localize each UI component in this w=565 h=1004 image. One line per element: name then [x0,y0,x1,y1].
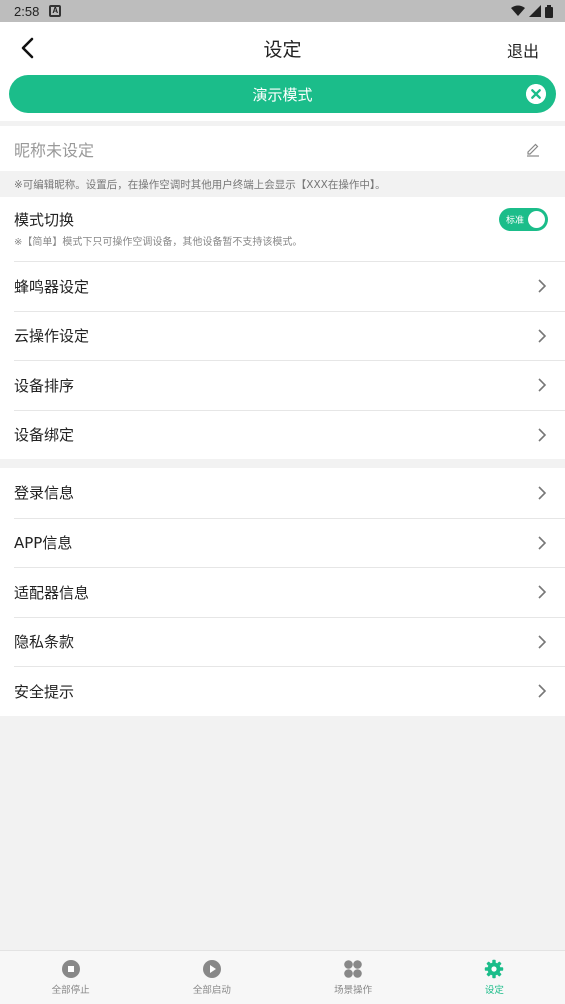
chevron-right-icon [538,329,547,343]
battery-icon [545,4,553,18]
status-time: 2:58 [14,3,40,19]
adapter-info-row[interactable]: 适配器信息 [14,567,565,617]
scene-icon [344,960,362,978]
edit-icon[interactable] [525,141,541,157]
chevron-right-icon [538,585,547,599]
settings-section-2: 登录信息 APP信息 适配器信息 隐私条款 安全提示 [0,468,565,716]
nickname-text: 昵称未设定 [14,140,95,160]
row-label: 适配器信息 [14,583,90,602]
logout-button[interactable]: 退出 [507,38,539,62]
status-bar: 2:58 A [0,0,565,22]
mode-switch-row: 模式切换 ※【简单】模式下只可操作空调设备，其他设备暂不支持该模式。 标准 [0,197,565,261]
chevron-right-icon [538,635,547,649]
app-header: 设定 退出 [0,22,565,74]
row-label: 设备绑定 [14,426,75,445]
cloud-settings-row[interactable]: 云操作设定 [14,310,565,361]
bottom-nav: 全部停止 全部启动 场景操作 设定 [0,950,565,1004]
row-label: 设备排序 [14,376,75,395]
app-info-row[interactable]: APP信息 [14,517,565,568]
nav-stop-all[interactable]: 全部停止 [0,951,141,1004]
gear-icon [485,959,504,979]
mode-toggle-label: 标准 [506,216,525,226]
safety-tips-row[interactable]: 安全提示 [14,666,565,716]
chevron-right-icon [538,486,547,500]
notification-icon: A [49,5,62,17]
chevron-right-icon [538,536,547,550]
chevron-right-icon [538,428,547,442]
row-label: APP信息 [14,534,73,553]
nickname-hint: ※可编辑昵称。设置后，在操作空调时其他用户终端上会显示【XXX在操作中】。 [14,178,386,191]
row-label: 登录信息 [14,484,75,503]
back-arrow-icon[interactable] [16,36,40,60]
page-title: 设定 [263,38,302,61]
nav-scene[interactable]: 场景操作 [283,951,424,1004]
row-label: 隐私条款 [14,633,75,652]
mode-switch-title: 模式切换 [14,211,75,229]
row-label: 蜂鸣器设定 [14,277,90,296]
login-info-row[interactable]: 登录信息 [14,468,565,518]
buzzer-settings-row[interactable]: 蜂鸣器设定 [14,261,565,311]
privacy-policy-row[interactable]: 隐私条款 [14,616,565,667]
stop-icon [61,960,80,978]
device-sort-row[interactable]: 设备排序 [14,360,565,410]
nav-label: 场景操作 [334,985,373,996]
row-label: 安全提示 [14,682,75,701]
settings-section-1: 模式切换 ※【简单】模式下只可操作空调设备，其他设备暂不支持该模式。 标准 蜂鸣… [0,197,565,459]
nav-label: 设定 [484,985,504,996]
device-binding-row[interactable]: 设备绑定 [14,409,565,460]
chevron-right-icon [538,684,547,698]
chevron-right-icon [538,279,547,293]
nav-label: 全部启动 [192,985,231,996]
nav-settings[interactable]: 设定 [424,951,565,1004]
nav-start-all[interactable]: 全部启动 [141,951,282,1004]
toggle-knob [528,211,545,228]
nav-label: 全部停止 [51,985,90,996]
chevron-right-icon [538,378,547,392]
row-label: 云操作设定 [14,327,90,346]
wifi-icon [511,5,525,16]
demo-mode-banner: 演示模式 [9,75,556,113]
play-icon [202,960,221,978]
close-icon[interactable] [526,84,546,104]
signal-icon [529,5,541,17]
nickname-row[interactable]: 昵称未设定 [0,126,565,171]
demo-mode-label: 演示模式 [252,85,313,104]
mode-toggle[interactable]: 标准 [499,208,548,231]
mode-switch-description: ※【简单】模式下只可操作空调设备，其他设备暂不支持该模式。 [14,237,303,248]
